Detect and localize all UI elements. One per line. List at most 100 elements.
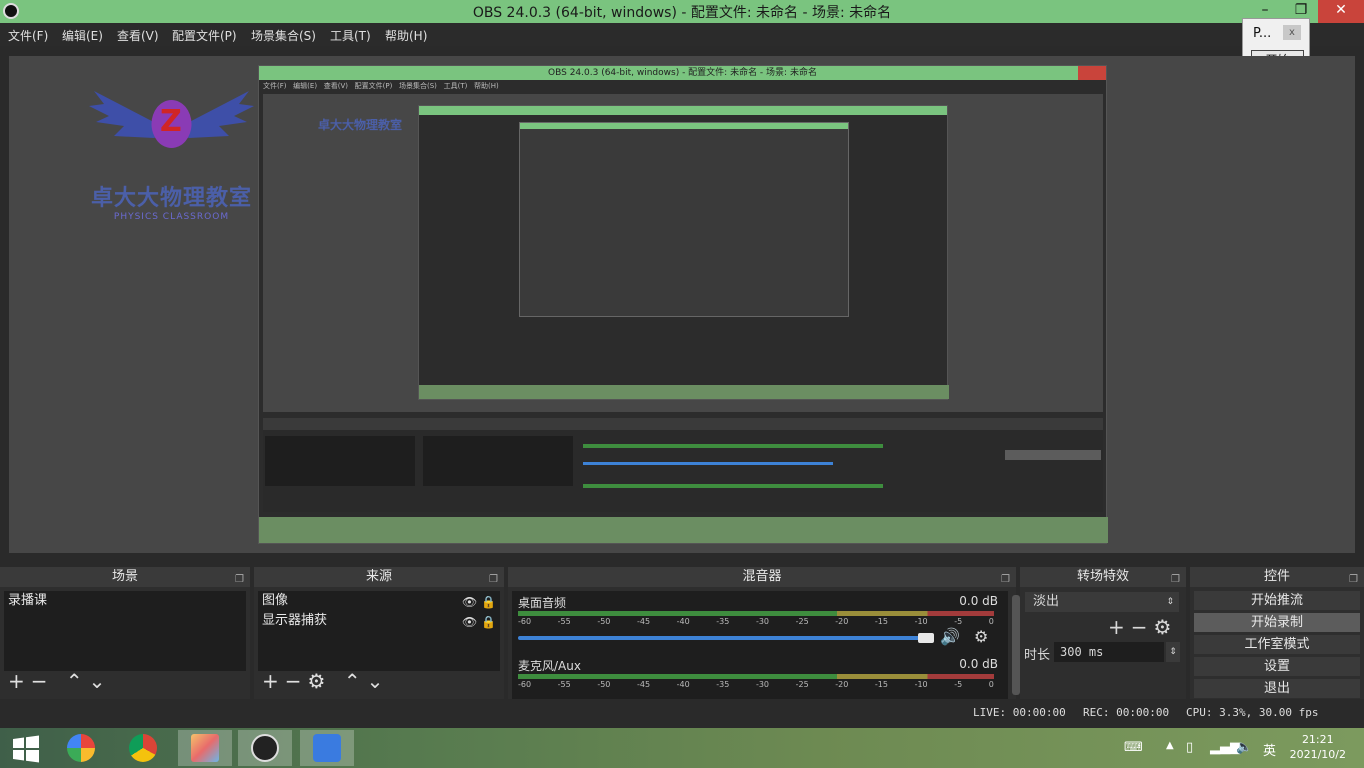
start-streaming-button[interactable]: 开始推流: [1194, 591, 1360, 610]
menu-bar: 文件(F) 编辑(E) 查看(V) 配置文件(P) 场景集合(S) 工具(T) …: [0, 23, 1364, 46]
duration-spinner-icon[interactable]: ⇕: [1166, 642, 1180, 662]
mixer-scrollbar[interactable]: [1012, 595, 1020, 695]
speaker-icon[interactable]: 🔊: [940, 627, 960, 646]
close-button[interactable]: ✕: [1318, 0, 1364, 23]
title-bar: OBS 24.0.3 (64-bit, windows) - 配置文件: 未命名…: [0, 0, 1364, 23]
transitions-dock: 转场特效 ❐ 淡出 ⇕ +−⚙ 时长 300 ms ⇕: [1020, 567, 1186, 699]
browser-icon: [67, 734, 95, 762]
move-down-icon[interactable]: ⌄: [89, 669, 112, 693]
menu-help[interactable]: 帮助(H): [385, 27, 427, 44]
logo-letter: Z: [160, 104, 182, 139]
remove-source-icon[interactable]: −: [285, 669, 308, 693]
desktop-volume-knob[interactable]: [918, 633, 934, 643]
scenes-header: 场景 ❐: [0, 567, 250, 587]
mixer-header: 混音器 ❐: [508, 567, 1016, 587]
transition-select[interactable]: 淡出 ⇕: [1025, 592, 1179, 612]
nested-screen-capture: OBS 24.0.3 (64-bit, windows) - 配置文件: 未命名…: [258, 65, 1108, 544]
add-source-icon[interactable]: +: [262, 669, 285, 693]
source-item[interactable]: 显示器捕获 👁 🔒: [258, 611, 500, 631]
float-icon: ❐: [235, 574, 244, 585]
transition-toolbar: +−⚙: [1108, 615, 1177, 639]
taskbar-app-browser[interactable]: [54, 730, 108, 766]
menu-edit[interactable]: 编辑(E): [62, 27, 103, 44]
clock-time: 21:21: [1301, 733, 1334, 746]
clock-date: 2021/10/2: [1289, 748, 1346, 761]
rec-status: REC: 00:00:00: [1083, 706, 1170, 719]
logo-text: 卓大大物理教室: [90, 186, 252, 211]
nested-level-3: [519, 122, 849, 317]
add-scene-icon[interactable]: +: [8, 669, 31, 693]
menu-scene-collection[interactable]: 场景集合(S): [251, 27, 316, 44]
mixer-channel-mic: 麦克风/Aux 0.0 dB: [518, 657, 998, 673]
source-item[interactable]: 图像 👁 🔒: [258, 591, 500, 611]
preview-canvas[interactable]: Z 卓大大物理教室 PHYSICS CLASSROOM OBS 24.0.3 (…: [9, 56, 1355, 553]
taskbar-app-wps[interactable]: [300, 730, 354, 766]
mini-close-button[interactable]: x: [1283, 25, 1301, 40]
gear-icon[interactable]: ⚙: [1154, 615, 1178, 639]
float-icon: ❐: [489, 574, 498, 585]
taskbar-app-obs[interactable]: [238, 730, 292, 766]
eye-lock-icon: 👁 🔒: [462, 615, 496, 629]
float-icon: ❐: [1171, 574, 1180, 585]
float-icon: ❐: [1001, 574, 1010, 585]
nested-docks: [263, 418, 1103, 512]
menu-file[interactable]: 文件(F): [8, 27, 48, 44]
desktop-volume-slider[interactable]: [518, 636, 928, 640]
sources-toolbar: +−⚙ ⌃⌄: [262, 669, 389, 693]
remove-scene-icon[interactable]: −: [31, 669, 54, 693]
desktop-level-meter: [518, 611, 994, 616]
tablet-icon[interactable]: ▯: [1186, 740, 1193, 755]
scenes-toolbar: +− ⌃⌄: [8, 669, 111, 693]
menu-profile[interactable]: 配置文件(P): [172, 27, 237, 44]
nested-menu: 文件(F) 编辑(E) 查看(V) 配置文件(P) 场景集合(S) 工具(T) …: [263, 82, 499, 90]
move-up-icon[interactable]: ⌃: [344, 669, 367, 693]
transitions-header: 转场特效 ❐: [1020, 567, 1186, 587]
physics-classroom-logo: Z 卓大大物理教室 PHYSICS CLASSROOM: [84, 86, 259, 226]
start-recording-button[interactable]: 开始录制: [1194, 613, 1360, 632]
ime-indicator[interactable]: 英: [1263, 740, 1276, 759]
start-button[interactable]: [0, 730, 54, 766]
move-up-icon[interactable]: ⌃: [66, 669, 89, 693]
sources-header: 来源 ❐: [254, 567, 504, 587]
gear-icon[interactable]: ⚙: [308, 669, 332, 693]
windows-icon: [13, 735, 39, 763]
duration-input[interactable]: 300 ms: [1054, 642, 1164, 662]
taskbar-app-chrome[interactable]: [116, 730, 170, 766]
wps-icon: [313, 734, 341, 762]
nested-taskbar: [259, 517, 1108, 543]
move-down-icon[interactable]: ⌄: [367, 669, 390, 693]
remove-transition-icon[interactable]: −: [1131, 615, 1154, 639]
studio-mode-button[interactable]: 工作室模式: [1194, 635, 1360, 654]
menu-view[interactable]: 查看(V): [117, 27, 159, 44]
taskbar-app-paint[interactable]: [178, 730, 232, 766]
scenes-list: 录播课: [4, 591, 246, 671]
sources-list: 图像 👁 🔒 显示器捕获 👁 🔒: [258, 591, 500, 671]
logo-subtitle: PHYSICS CLASSROOM: [113, 212, 230, 222]
mixer-channel-desktop: 桌面音频 0.0 dB: [518, 594, 998, 610]
scene-item[interactable]: 录播课: [4, 591, 246, 611]
exit-button[interactable]: 退出: [1194, 679, 1360, 698]
gear-icon[interactable]: ⚙: [974, 627, 988, 646]
mic-scale: -60 -55 -50 -45 -40 -35 -30 -25 -20 -15 -10 -5 0: [518, 680, 994, 689]
mixer-panel: 桌面音频 0.0 dB -60 -55 -50 -45 -40 -35 -30 -25 -20-…: [512, 591, 1008, 699]
mini-window-title: P...: [1253, 26, 1272, 41]
taskbar-clock[interactable]: 21:21 2021/10/2: [1290, 732, 1346, 762]
sources-dock: 来源 ❐ 图像 👁 🔒 显示器捕获 👁 🔒 +−⚙ ⌃⌄: [254, 567, 504, 699]
paint-icon: [191, 734, 219, 762]
add-transition-icon[interactable]: +: [1108, 615, 1131, 639]
nested-preview: 卓大大物理教室: [263, 94, 1103, 412]
tray-expand-icon[interactable]: ▲: [1166, 740, 1174, 751]
window-title: OBS 24.0.3 (64-bit, windows) - 配置文件: 未命名…: [472, 5, 892, 21]
mixer-dock: 混音器 ❐ 桌面音频 0.0 dB -60 -55 -50 -45 -40 -35 -30 -2…: [508, 567, 1020, 699]
settings-button[interactable]: 设置: [1194, 657, 1360, 676]
float-icon: ❐: [1349, 574, 1358, 585]
nested-level-2: [418, 105, 949, 400]
volume-icon[interactable]: 🔈: [1236, 740, 1252, 755]
keyboard-icon[interactable]: ⌨: [1124, 740, 1143, 755]
controls-dock: 控件 ❐ 开始推流 开始录制 工作室模式 设置 退出: [1190, 567, 1364, 699]
spinner-icon: ⇕: [1166, 597, 1174, 607]
menu-tools[interactable]: 工具(T): [330, 27, 371, 44]
cpu-status: CPU: 3.3%, 30.00 fps: [1186, 706, 1319, 719]
obs-icon: [251, 734, 279, 762]
windows-taskbar: ⌨ ▲ ▯ ▂▄▆ 🔈 英 21:21 2021/10/2: [0, 728, 1364, 768]
